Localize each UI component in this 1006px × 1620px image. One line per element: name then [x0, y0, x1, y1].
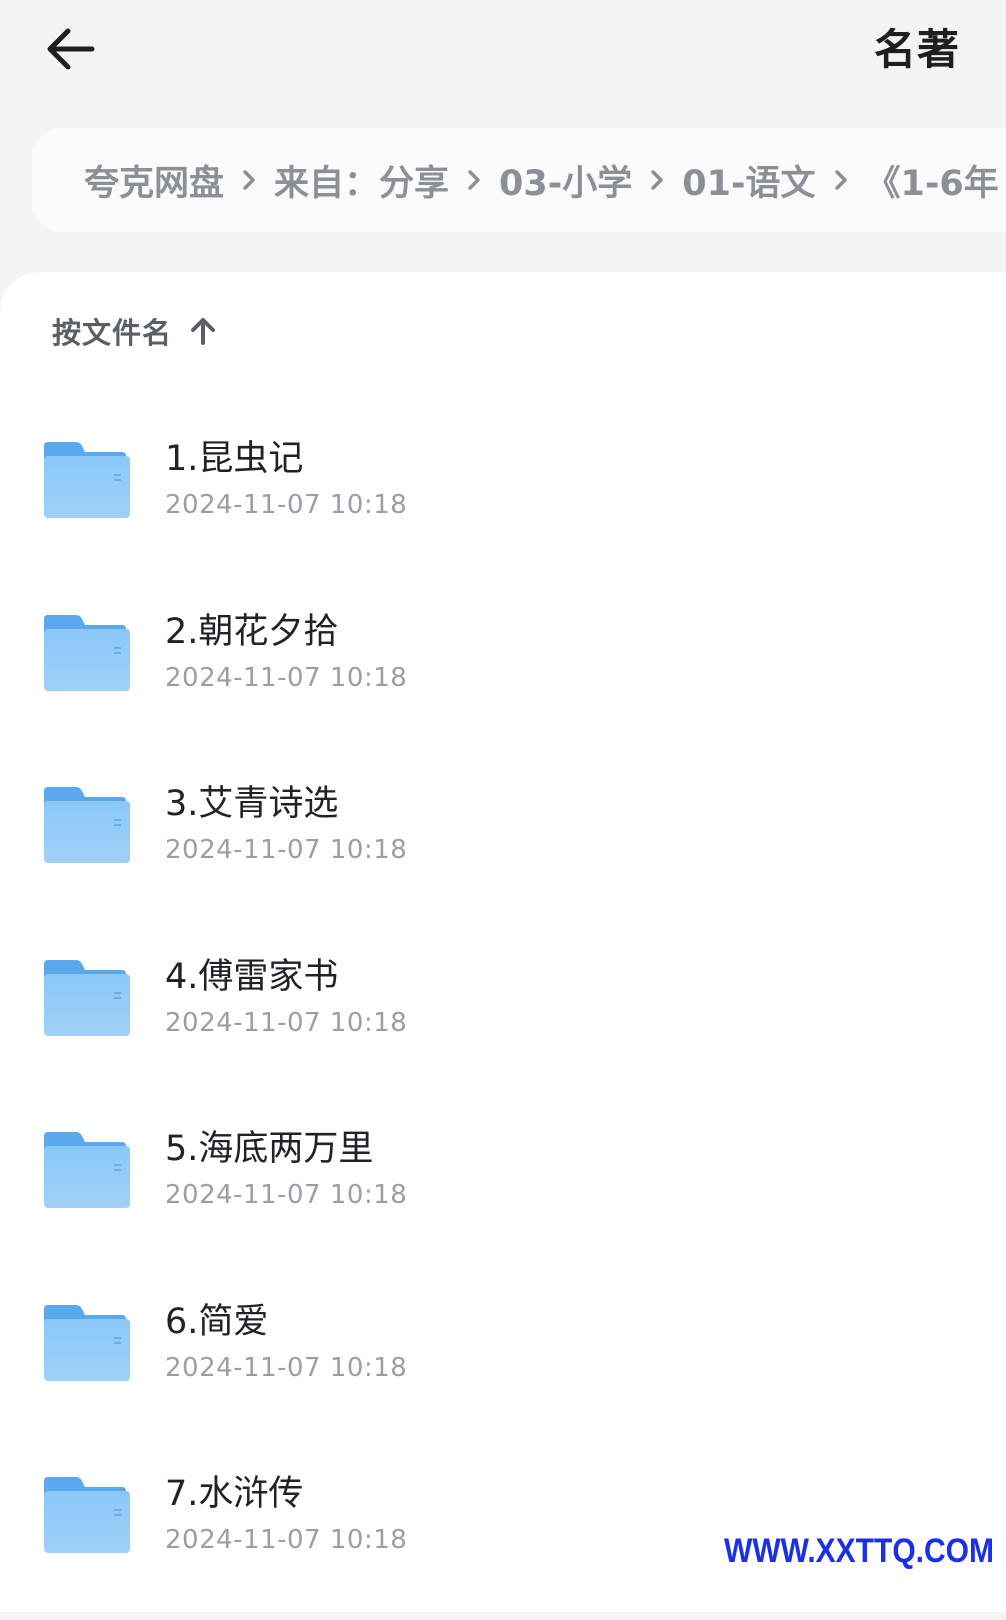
folder-item[interactable]: 5.海底两万里 2024-11-07 10:18: [0, 1102, 1006, 1275]
folder-name: 5.海底两万里: [165, 1129, 374, 1169]
page-title: 名著: [873, 25, 960, 74]
breadcrumb-item-shared[interactable]: 来自：分享: [274, 155, 449, 206]
folder-name: 6.简爱: [165, 1301, 269, 1342]
breadcrumb-track: 夸克网盘 来自：分享 03-小学 01-语文 《1-6年: [84, 128, 999, 232]
file-panel: 按文件名 1.昆虫记 2024-11-07 10:18 2.朝花夕拾 2024-…: [0, 272, 1006, 1612]
folder-item[interactable]: 3.艾青诗选 2024-11-07 10:18: [0, 757, 1006, 930]
back-button[interactable]: [36, 18, 104, 80]
folder-name: 2.朝花夕拾: [165, 611, 339, 652]
breadcrumb-item-chinese[interactable]: 01-语文: [682, 155, 815, 206]
breadcrumb-item-grades[interactable]: 《1-6年: [866, 155, 999, 206]
chevron-right-icon: [449, 160, 499, 200]
file-list: 1.昆虫记 2024-11-07 10:18 2.朝花夕拾 2024-11-07…: [0, 412, 1006, 1620]
chevron-right-icon: [816, 160, 866, 200]
folder-name: 7.水浒传: [165, 1474, 304, 1514]
folder-date: 2024-11-07 10:18: [165, 835, 408, 865]
folder-item[interactable]: 6.简爱 2024-11-07 10:18: [0, 1275, 1006, 1448]
back-arrow-icon: [47, 28, 95, 70]
folder-item[interactable]: 2.朝花夕拾 2024-11-07 10:18: [0, 585, 1006, 758]
arrow-up-icon: [190, 316, 216, 346]
folder-date: 2024-11-07 10:18: [165, 490, 408, 520]
sort-label: 按文件名: [52, 316, 173, 350]
watermark: WWW.XXTTQ.COM: [724, 1531, 994, 1570]
chevron-right-icon: [632, 160, 682, 200]
chevron-right-icon: [224, 160, 274, 200]
folder-date: 2024-11-07 10:18: [165, 1180, 408, 1210]
folder-date: 2024-11-07 10:18: [165, 1525, 408, 1555]
folder-date: 2024-11-07 10:18: [165, 1352, 408, 1383]
folder-name: 4.傅雷家书: [165, 956, 339, 997]
breadcrumb-item-primary[interactable]: 03-小学: [499, 155, 632, 206]
folder-date: 2024-11-07 10:18: [165, 1007, 408, 1038]
folder-item[interactable]: 4.傅雷家书 2024-11-07 10:18: [0, 930, 1006, 1103]
sort-toggle[interactable]: 按文件名: [52, 310, 216, 352]
top-bar: 名著: [0, 0, 1006, 110]
folder-icon: [44, 959, 130, 1036]
folder-icon: [44, 1132, 130, 1208]
folder-icon: [44, 787, 130, 863]
folder-icon: [44, 1477, 130, 1553]
folder-icon: [44, 1304, 130, 1381]
folder-item[interactable]: 1.昆虫记 2024-11-07 10:18: [0, 412, 1006, 585]
folder-name: 1.昆虫记: [165, 439, 304, 479]
folder-date: 2024-11-07 10:18: [165, 662, 408, 693]
breadcrumb: 夸克网盘 来自：分享 03-小学 01-语文 《1-6年: [32, 128, 1006, 232]
breadcrumb-item-quark-drive[interactable]: 夸克网盘: [84, 155, 224, 206]
folder-name: 3.艾青诗选: [165, 784, 339, 824]
folder-icon: [44, 442, 130, 518]
folder-icon: [44, 614, 130, 691]
